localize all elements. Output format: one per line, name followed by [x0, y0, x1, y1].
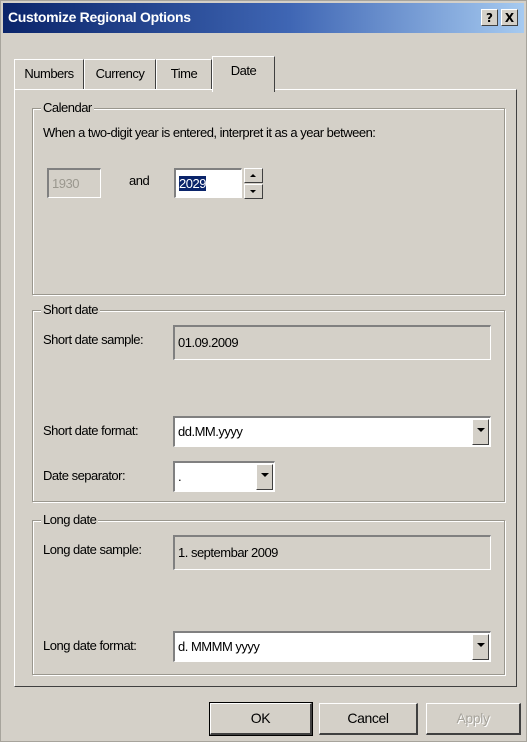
short-date-group: Short date Short date sample: 01.09.2009… — [32, 302, 505, 502]
window-title: Customize Regional Options — [8, 9, 191, 25]
long-date-group: Long date Long date sample: 1. septembar… — [32, 512, 505, 675]
short-date-sample-field: 01.09.2009 — [173, 325, 491, 360]
short-date-format-label: Short date format: — [43, 423, 139, 438]
date-separator-label: Date separator: — [43, 468, 126, 483]
title-bar[interactable]: Customize Regional Options ? X — [3, 3, 524, 33]
long-date-format-value: d. MMMM yyyy — [178, 639, 260, 654]
short-date-format-select[interactable]: dd.MM.yyyy — [173, 416, 491, 447]
date-separator-value: . — [178, 469, 182, 484]
calendar-group-label: Calendar — [41, 100, 94, 115]
close-button[interactable]: X — [501, 9, 518, 26]
long-date-sample-value: 1. septembar 2009 — [178, 545, 278, 560]
tab-numbers[interactable]: Numbers — [14, 59, 84, 89]
tab-date[interactable]: Date — [212, 56, 275, 92]
calendar-group: Calendar When a two-digit year is entere… — [32, 100, 505, 295]
tab-time[interactable]: Time — [156, 59, 212, 89]
long-date-sample-field: 1. septembar 2009 — [173, 535, 491, 570]
ok-button[interactable]: OK — [209, 702, 313, 736]
end-year-value: 2029 — [179, 176, 206, 191]
spin-up-icon[interactable] — [244, 168, 263, 183]
date-separator-select[interactable]: . — [173, 461, 275, 492]
short-date-group-label: Short date — [41, 302, 100, 317]
long-date-sample-label: Long date sample: — [43, 542, 142, 557]
long-date-group-label: Long date — [41, 512, 99, 527]
chevron-down-icon[interactable] — [472, 419, 489, 445]
cancel-button[interactable]: Cancel — [319, 703, 418, 735]
long-date-format-label: Long date format: — [43, 638, 137, 653]
dialog-window: Customize Regional Options ? X Numbers C… — [0, 0, 527, 742]
start-year-value: 1930 — [52, 176, 79, 191]
chevron-down-icon[interactable] — [472, 634, 489, 660]
short-date-sample-label: Short date sample: — [43, 332, 144, 347]
tab-currency[interactable]: Currency — [84, 59, 156, 89]
apply-button[interactable]: Apply — [426, 703, 521, 735]
start-year-field: 1930 — [47, 168, 101, 198]
help-button[interactable]: ? — [481, 9, 498, 26]
long-date-format-select[interactable]: d. MMMM yyyy — [173, 631, 491, 662]
short-date-format-value: dd.MM.yyyy — [178, 424, 243, 439]
date-tab-panel: Calendar When a two-digit year is entere… — [14, 89, 517, 687]
two-digit-year-description: When a two-digit year is entered, interp… — [43, 125, 376, 140]
chevron-down-icon[interactable] — [256, 464, 273, 490]
end-year-spinner[interactable] — [244, 168, 263, 199]
spin-down-icon[interactable] — [244, 184, 263, 199]
and-label: and — [129, 173, 150, 188]
end-year-input[interactable]: 2029 — [174, 168, 242, 198]
short-date-sample-value: 01.09.2009 — [178, 335, 239, 350]
